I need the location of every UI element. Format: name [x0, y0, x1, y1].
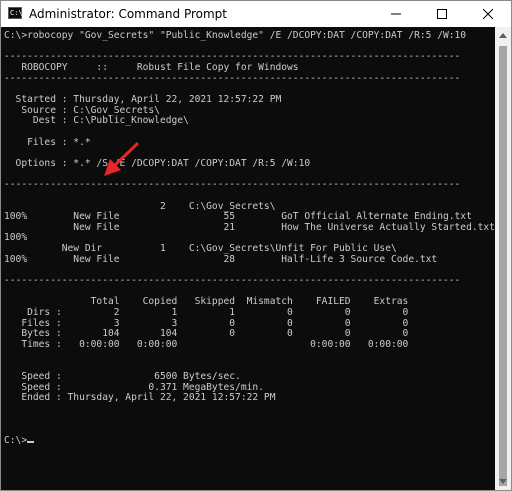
- console-line: Bytes : 104 104 0 0 0 0: [4, 328, 409, 340]
- console-line: ----------------------------------------…: [4, 51, 461, 63]
- console-line: 100% New File 28 Half-Life 3 Source Code…: [4, 253, 438, 265]
- console-line: Times : 0:00:00 0:00:00 0:00:00 0:00:00: [4, 339, 409, 351]
- scroll-down-button[interactable]: [495, 473, 511, 490]
- console-line: 100%: [4, 232, 28, 244]
- console-line: ----------------------------------------…: [4, 275, 461, 287]
- console-line: Speed : 0.371 MegaBytes/min.: [4, 381, 264, 393]
- scroll-down-icon: [499, 479, 507, 484]
- console-line: Files : *.*: [4, 136, 91, 148]
- scroll-up-button[interactable]: [495, 27, 511, 44]
- app-icon-text: C:\: [10, 9, 23, 17]
- console-line: ----------------------------------------…: [4, 179, 461, 191]
- console-line: Dirs : 2 1 1 0 0 0: [4, 307, 409, 319]
- console-line: Dest : C:\Public_Knowledge\: [4, 115, 189, 127]
- maximize-button[interactable]: [419, 1, 465, 27]
- scrollbar-thumb[interactable]: [499, 46, 507, 486]
- console-line: Files : 3 3 0 0 0 0: [4, 317, 409, 329]
- console-line: Total Copied Skipped Mismatch FAILED Ext…: [4, 296, 409, 308]
- scroll-up-icon: [499, 33, 507, 38]
- minimize-button[interactable]: [373, 1, 419, 27]
- command-prompt-window: C:\ Administrator: Command Prompt C:\>ro…: [0, 0, 512, 491]
- console-line: New File 21 How The Universe Actually St…: [4, 221, 495, 233]
- console-lines: C:\>robocopy "Gov_Secrets" "Public_Knowl…: [4, 30, 495, 403]
- minimize-icon: [391, 13, 401, 15]
- console-line: Options : *.* /S /E /DCOPY:DAT /COPY:DAT…: [4, 157, 311, 169]
- vertical-scrollbar[interactable]: [495, 27, 511, 490]
- console-line: ----------------------------------------…: [4, 72, 461, 84]
- console-line: 2 C:\Gov_Secrets\: [4, 200, 276, 212]
- console-line: C:\>robocopy "Gov_Secrets" "Public_Knowl…: [4, 30, 467, 41]
- close-button[interactable]: [465, 1, 511, 27]
- console-line: 100% New File 55 GoT Official Alternate …: [4, 211, 472, 223]
- console-line: Started : Thursday, April 22, 2021 12:57…: [4, 93, 282, 105]
- window-title: Administrator: Command Prompt: [29, 7, 227, 21]
- title-bar[interactable]: C:\ Administrator: Command Prompt: [1, 1, 511, 27]
- console-line: ROBOCOPY :: Robust File Copy for Windows: [4, 61, 299, 73]
- text-cursor: [27, 440, 35, 443]
- prompt: C:\>: [4, 434, 28, 446]
- console-output[interactable]: C:\>robocopy "Gov_Secrets" "Public_Knowl…: [1, 27, 495, 490]
- close-icon: [483, 9, 493, 19]
- console-line: Ended : Thursday, April 22, 2021 12:57:2…: [4, 392, 276, 404]
- console-line: Source : C:\Gov_Secrets\: [4, 104, 160, 116]
- console-text: C:\>robocopy "Gov_Secrets" "Public_Knowl…: [1, 27, 495, 447]
- console-line: New Dir 1 C:\Gov_Secrets\Unfit For Publi…: [4, 243, 397, 255]
- console-line: Speed : 6500 Bytes/sec.: [4, 371, 241, 382]
- command-prompt-app-icon[interactable]: C:\: [8, 7, 23, 19]
- maximize-icon: [437, 9, 447, 19]
